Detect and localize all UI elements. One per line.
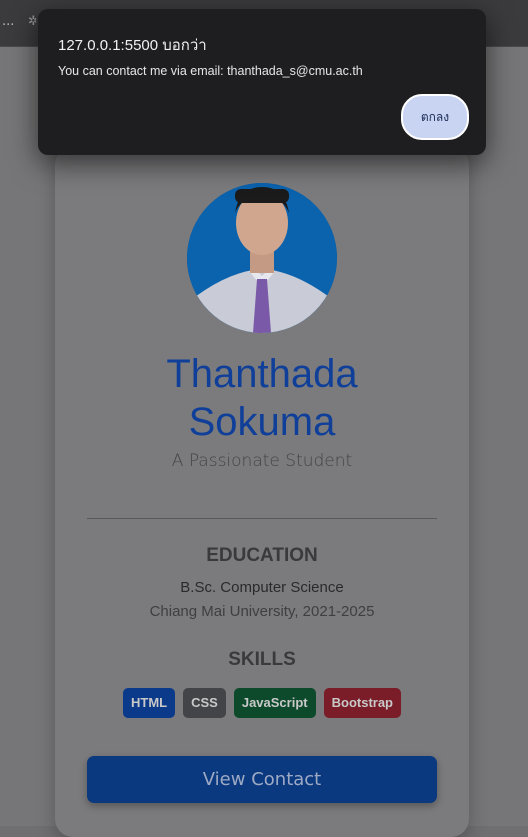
skill-badge-bootstrap: Bootstrap [323,688,401,718]
profile-first-name: Thanthada [166,352,358,396]
alert-dialog-message: You can contact me via email: thanthada_… [58,64,363,78]
skill-badge-css: CSS [183,688,226,718]
education-heading: EDUCATION [206,545,318,566]
skills-heading: SKILLS [228,649,296,670]
profile-card: Thanthada Sokuma A Passionate Student ED… [55,147,469,837]
profile-avatar [187,183,337,333]
skill-badge-html: HTML [123,688,176,718]
profile-tagline: A Passionate Student [171,451,353,471]
alert-ok-button[interactable]: ตกลง [401,94,469,140]
alert-dialog-title: 127.0.0.1:5500 บอกว่า [58,37,207,54]
page-overlay: Thanthada Sokuma A Passionate Student ED… [0,47,528,837]
avatar-photo-icon [187,183,337,333]
bookmarks-overflow-icon[interactable]: ... [2,14,14,29]
profile-last-name: Sokuma [188,400,336,444]
education-school: Chiang Mai University, 2021-2025 [149,603,375,620]
view-contact-button[interactable]: View Contact [87,756,437,803]
education-degree: B.Sc. Computer Science [180,579,344,596]
skills-list: HTML CSS JavaScript Bootstrap [117,688,407,718]
profile-name: Thanthada Sokuma [55,350,469,446]
alert-dialog: 127.0.0.1:5500 บอกว่า You can contact me… [38,9,486,155]
section-divider [87,518,437,519]
skill-badge-javascript: JavaScript [233,688,316,718]
